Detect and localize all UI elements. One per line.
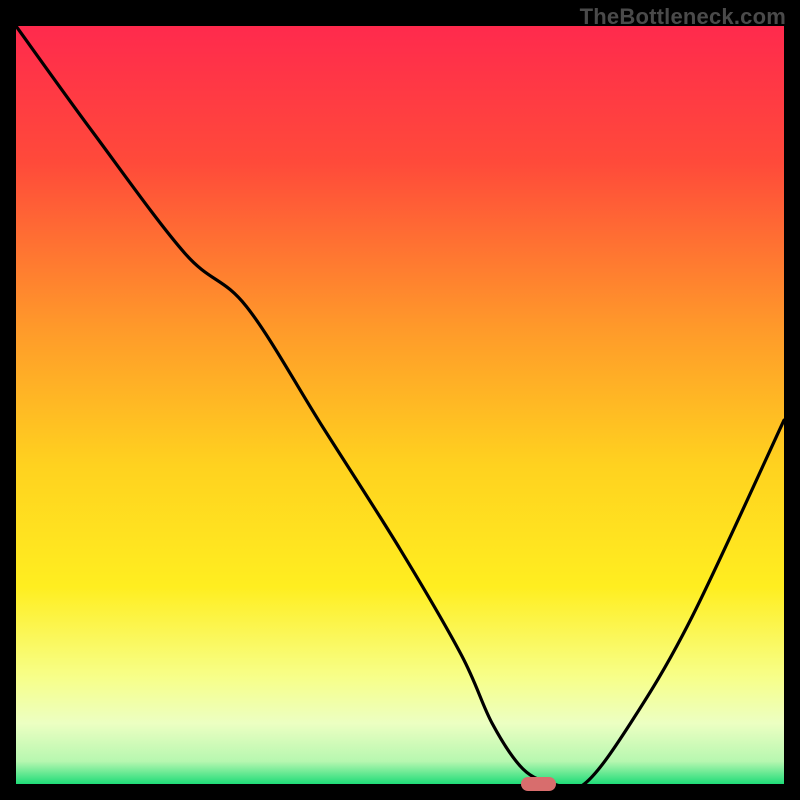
bottleneck-chart xyxy=(16,26,784,784)
chart-frame: TheBottleneck.com xyxy=(0,0,800,800)
plot-area xyxy=(16,26,784,784)
gradient-background xyxy=(16,26,784,784)
optimal-point-marker xyxy=(521,777,556,791)
watermark-text: TheBottleneck.com xyxy=(580,4,786,30)
